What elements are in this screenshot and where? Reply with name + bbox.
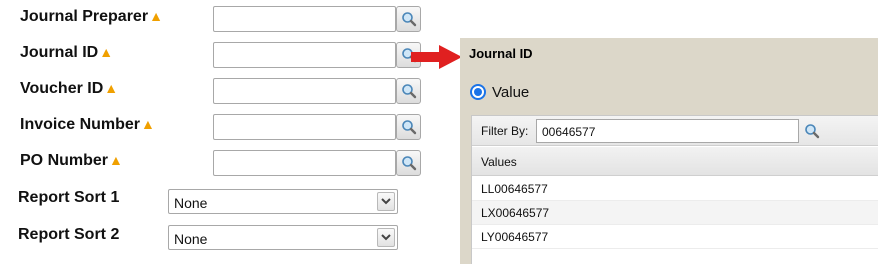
report-sort-1-label: Report Sort 1 (18, 189, 120, 206)
voucher-id-input[interactable] (213, 78, 396, 104)
list-item[interactable]: LY00646577 (472, 225, 878, 249)
magnifier-icon (401, 84, 416, 99)
voucher-id-lookup-button[interactable] (396, 78, 421, 104)
required-marker-icon: ▲ (99, 44, 114, 60)
report-sort-2-select[interactable]: None (168, 225, 398, 250)
lookup-panel-title: Journal ID (469, 46, 533, 61)
voucher-id-label: Voucher ID▲ (20, 80, 119, 97)
po-number-input[interactable] (213, 150, 396, 176)
journal-preparer-input[interactable] (213, 6, 396, 32)
list-item[interactable]: LL00646577 (472, 177, 878, 201)
invoice-number-lookup-button[interactable] (396, 114, 421, 140)
magnifier-icon (401, 156, 416, 171)
chevron-down-icon[interactable] (377, 228, 395, 247)
magnifier-icon (401, 12, 416, 27)
required-marker-icon: ▲ (109, 152, 123, 168)
filter-search-button[interactable] (802, 121, 822, 141)
journal-preparer-label: Journal Preparer▲ (20, 8, 163, 25)
magnifier-icon (805, 124, 820, 139)
required-marker-icon: ▲ (149, 8, 163, 24)
report-sort-2-value: None (174, 231, 208, 247)
chevron-down-icon[interactable] (377, 192, 395, 211)
po-number-label: PO Number▲ (20, 152, 123, 169)
journal-preparer-lookup-button[interactable] (396, 6, 421, 32)
po-number-lookup-button[interactable] (396, 150, 421, 176)
magnifier-icon (401, 120, 416, 135)
report-sort-2-label: Report Sort 2 (18, 226, 120, 243)
journal-id-input[interactable] (213, 42, 396, 68)
required-marker-icon: ▲ (141, 116, 155, 132)
lookup-results-grid: Filter By: 00646577 Values LL00646577 LX… (471, 115, 878, 264)
journal-id-label: Journal ID▲ (20, 44, 114, 61)
value-radio[interactable] (470, 84, 486, 100)
report-sort-1-value: None (174, 195, 208, 211)
filter-by-label: Filter By: (481, 124, 529, 138)
value-radio-label[interactable]: Value (492, 84, 529, 101)
invoice-number-label: Invoice Number▲ (20, 116, 155, 133)
invoice-number-input[interactable] (213, 114, 396, 140)
report-sort-1-select[interactable]: None (168, 189, 398, 214)
values-column-header: Values (472, 147, 878, 176)
filter-input[interactable]: 00646577 (536, 119, 799, 143)
callout-arrow-icon (411, 45, 462, 69)
list-item[interactable]: LX00646577 (472, 201, 878, 225)
filter-bar: Filter By: 00646577 (472, 116, 878, 146)
required-marker-icon: ▲ (104, 80, 119, 96)
